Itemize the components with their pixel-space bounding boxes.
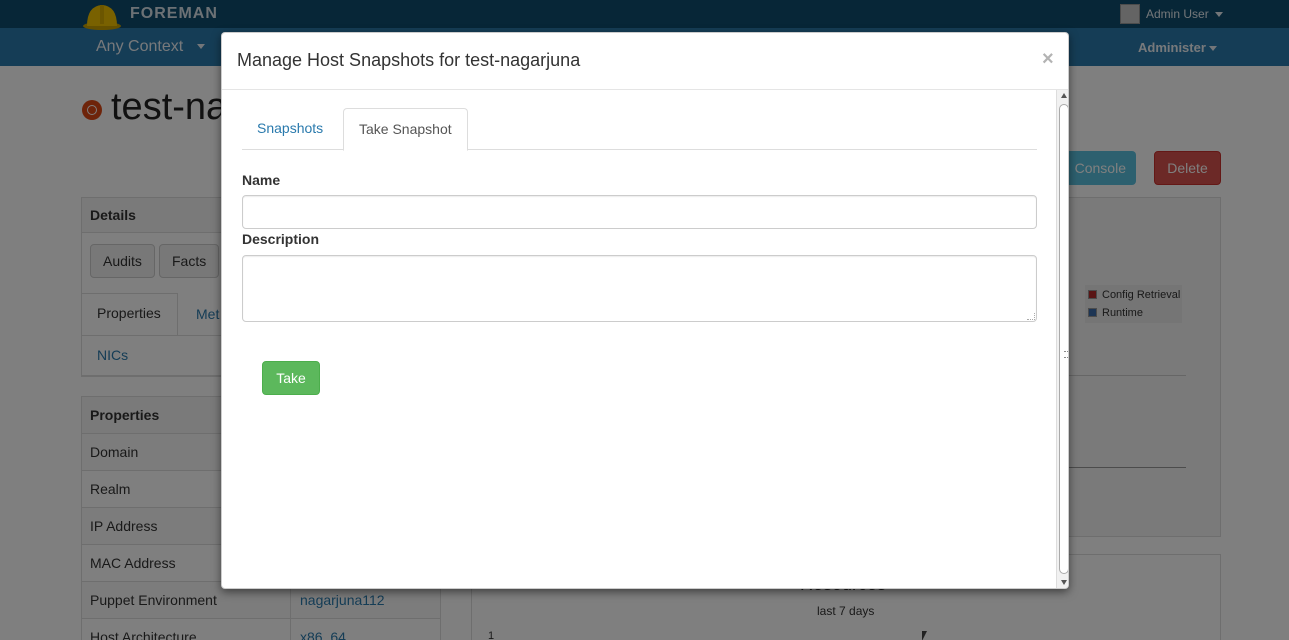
snapshot-description-input[interactable]	[242, 255, 1037, 322]
scroll-down-arrow-icon[interactable]	[1061, 580, 1067, 585]
tab-take-snapshot[interactable]: Take Snapshot	[343, 108, 468, 151]
modal-header: Manage Host Snapshots for test-nagarjuna…	[222, 33, 1068, 90]
modal-title: Manage Host Snapshots for test-nagarjuna	[237, 50, 581, 70]
mouse-pointer-icon	[922, 631, 927, 640]
scroll-grip-icon	[1064, 351, 1068, 358]
snapshot-name-input[interactable]	[242, 195, 1037, 229]
modal-scrollbar[interactable]	[1056, 90, 1068, 588]
scrollbar-thumb[interactable]	[1059, 104, 1068, 574]
tab-snapshots[interactable]: Snapshots	[242, 108, 338, 150]
snapshot-tabs: Snapshots Take Snapshot	[242, 108, 1037, 151]
modal-body: Snapshots Take Snapshot Name Description…	[222, 90, 1056, 588]
name-label: Name	[242, 172, 281, 188]
resize-handle-icon[interactable]	[1027, 313, 1035, 320]
scroll-up-arrow-icon[interactable]	[1061, 93, 1067, 98]
description-label: Description	[242, 231, 320, 247]
close-icon[interactable]: ×	[1042, 48, 1054, 71]
take-snapshot-button[interactable]: Take	[262, 361, 320, 395]
snapshot-modal: Manage Host Snapshots for test-nagarjuna…	[221, 32, 1069, 589]
